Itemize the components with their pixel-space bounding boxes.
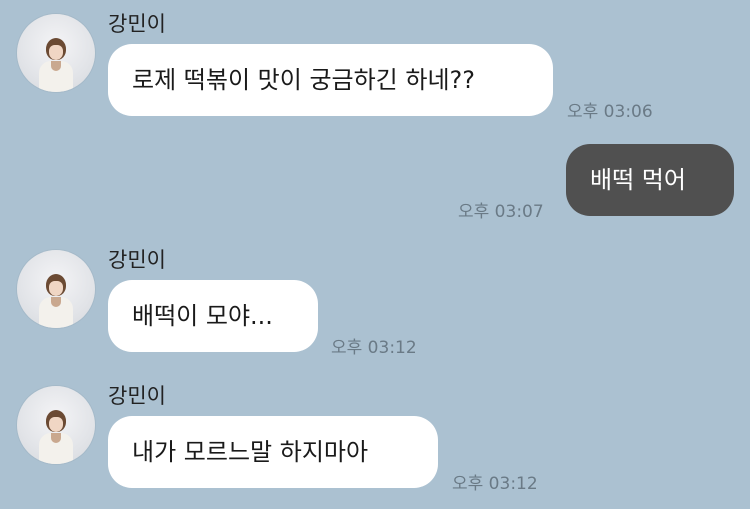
message-time: 오후 03:12 <box>331 338 417 358</box>
avatar-collar <box>51 297 61 307</box>
avatar-face <box>49 281 63 296</box>
message-bubble-received[interactable]: 내가 모르느말 하지마아 <box>108 416 438 488</box>
avatar-collar <box>51 61 61 71</box>
message-time: 오후 03:07 <box>458 202 544 222</box>
avatar-collar <box>51 433 61 443</box>
avatar-face <box>49 45 63 60</box>
sender-name: 강민이 <box>108 248 166 272</box>
avatar[interactable] <box>17 250 95 328</box>
message-bubble-received[interactable]: 배떡이 모야... <box>108 280 318 352</box>
message-time: 오후 03:12 <box>452 474 538 494</box>
avatar[interactable] <box>17 386 95 464</box>
message-time: 오후 03:06 <box>567 102 653 122</box>
sender-name: 강민이 <box>108 384 166 408</box>
message-bubble-received[interactable]: 로제 떡볶이 맛이 궁금하긴 하네?? <box>108 44 553 116</box>
message-bubble-sent[interactable]: 배떡 먹어 <box>566 144 734 216</box>
avatar-face <box>49 417 63 432</box>
sender-name: 강민이 <box>108 12 166 36</box>
avatar[interactable] <box>17 14 95 92</box>
